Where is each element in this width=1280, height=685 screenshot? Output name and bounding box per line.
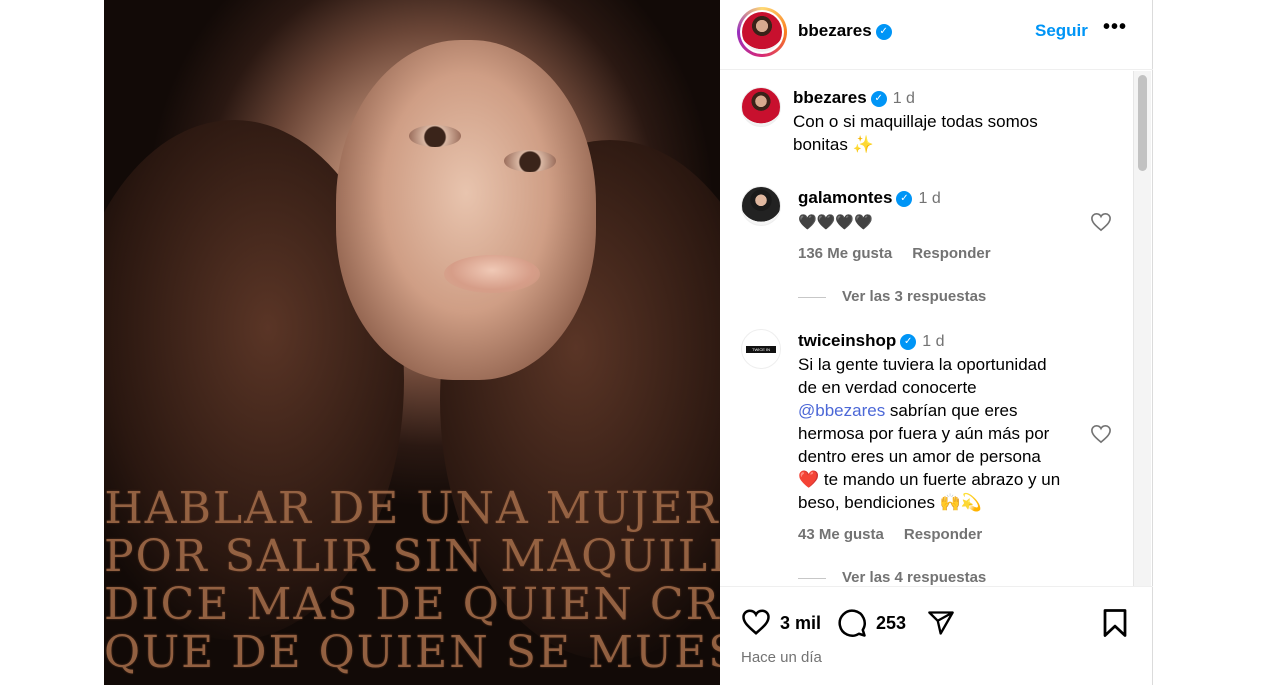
post-image-caption: HABLAR DE UNA MUJER POR SALIR SIN MAQUIL… bbox=[104, 485, 720, 677]
comments-list: bbezares ✓ 1 d Con o si maquillaje todas s… bbox=[720, 71, 1153, 586]
comment-icon[interactable] bbox=[837, 608, 867, 638]
comment-avatar[interactable] bbox=[741, 186, 781, 226]
author-username[interactable]: bbezares ✓ bbox=[798, 21, 892, 41]
post-image-face bbox=[336, 40, 596, 380]
caption-avatar[interactable] bbox=[741, 87, 781, 127]
logo-text: TWICE IN SHOP bbox=[752, 347, 770, 359]
comment-username[interactable]: galamontes ✓ 1 d bbox=[798, 188, 941, 208]
scrollbar-thumb[interactable] bbox=[1138, 75, 1147, 171]
post-image-caption-line: QUE DE QUIEN SE MUESTRA REAL bbox=[104, 627, 720, 678]
caption-username[interactable]: bbezares ✓ 1 d bbox=[793, 88, 915, 108]
verified-badge-icon: ✓ bbox=[896, 190, 913, 207]
view-replies-label: Ver las 3 respuestas bbox=[842, 288, 987, 305]
view-replies-button[interactable]: Ver las 3 respuestas bbox=[798, 288, 986, 305]
post-image[interactable]: HABLAR DE UNA MUJER POR SALIR SIN MAQUIL… bbox=[104, 0, 720, 685]
comment-meta: 43 Me gusta Responder bbox=[798, 526, 1002, 543]
comment-text-line: @bbezares sabrían que eres bbox=[798, 399, 1060, 422]
caption-text: Con o si maquillaje todas somos bonitas … bbox=[793, 110, 1038, 156]
author-avatar-image bbox=[742, 12, 782, 52]
comment-text-line: Si la gente tuviera la oportunidad bbox=[798, 355, 1047, 374]
more-options-icon[interactable]: ••• bbox=[1103, 16, 1127, 39]
caption-text-line: Con o si maquillaje todas somos bbox=[793, 112, 1038, 131]
comment-text-line: hermosa por fuera y aún más por bbox=[798, 424, 1050, 443]
comment-like-heart-icon[interactable] bbox=[1090, 212, 1112, 232]
share-icon[interactable] bbox=[926, 609, 956, 637]
comment-text-fragment: sabrían que eres bbox=[885, 401, 1018, 420]
comment-text: Si la gente tuviera la oportunidad de en… bbox=[798, 353, 1060, 514]
comment-username-text: galamontes bbox=[798, 188, 893, 207]
view-replies-label: Ver las 4 respuestas bbox=[842, 569, 987, 586]
comment-text-line: beso, bendiciones 🙌💫 bbox=[798, 493, 983, 512]
comment-time[interactable]: 1 d bbox=[918, 190, 940, 207]
comment-time[interactable]: 1 d bbox=[922, 333, 944, 350]
comment-likes[interactable]: 43 Me gusta bbox=[798, 526, 884, 543]
post-actions-bar: 3 mil 253 Hace un día bbox=[720, 586, 1153, 685]
comment-like-heart-icon[interactable] bbox=[1090, 424, 1112, 444]
post-image-eye-right bbox=[504, 150, 556, 172]
comment-text-line: de en verdad conocerte bbox=[798, 378, 977, 397]
replies-divider bbox=[798, 577, 826, 579]
comment-text-line: dentro eres un amor de persona bbox=[798, 447, 1041, 466]
author-avatar[interactable] bbox=[737, 7, 787, 57]
reply-button[interactable]: Responder bbox=[912, 245, 990, 262]
twiceinshop-logo: TWICE IN SHOP bbox=[746, 346, 776, 359]
comment-text: 🖤🖤🖤🖤 bbox=[798, 214, 873, 231]
post-image-caption-line: DICE MAS DE QUIEN CRITICA bbox=[104, 579, 720, 630]
comment-likes[interactable]: 136 Me gusta bbox=[798, 245, 892, 262]
bookmark-icon[interactable] bbox=[1102, 608, 1128, 638]
author-username-text: bbezares bbox=[798, 21, 872, 40]
comments-scrollbar[interactable] bbox=[1133, 71, 1151, 586]
post-image-lips bbox=[444, 255, 540, 293]
follow-button[interactable]: Seguir bbox=[1035, 21, 1088, 41]
comment-username-text: twiceinshop bbox=[798, 331, 897, 350]
post-image-caption-line: POR SALIR SIN MAQUILLAJE bbox=[104, 531, 720, 582]
likes-count[interactable]: 3 mil bbox=[780, 613, 821, 634]
replies-divider bbox=[798, 296, 826, 298]
caption-username-text: bbezares bbox=[793, 88, 867, 107]
post-sidebar: bbezares ✓ Seguir ••• bbezares ✓ 1 d Con o … bbox=[720, 0, 1153, 685]
comments-count[interactable]: 253 bbox=[876, 613, 906, 634]
verified-badge-icon: ✓ bbox=[875, 23, 892, 40]
post-image-eye-left bbox=[409, 125, 461, 147]
post-image-caption-line: HABLAR DE UNA MUJER bbox=[104, 483, 720, 534]
mention-link[interactable]: @bbezares bbox=[798, 401, 885, 420]
view-replies-button[interactable]: Ver las 4 respuestas bbox=[798, 569, 986, 586]
reply-button[interactable]: Responder bbox=[904, 526, 982, 543]
heart-icon[interactable] bbox=[741, 608, 771, 636]
post-time-ago[interactable]: Hace un día bbox=[741, 649, 822, 666]
comment-username[interactable]: twiceinshop ✓ 1 d bbox=[798, 331, 944, 351]
verified-badge-icon: ✓ bbox=[870, 90, 887, 107]
post-header: bbezares ✓ Seguir ••• bbox=[720, 0, 1153, 70]
comment-meta: 136 Me gusta Responder bbox=[798, 245, 1011, 262]
comment-avatar[interactable]: TWICE IN SHOP bbox=[741, 329, 781, 369]
verified-badge-icon: ✓ bbox=[900, 333, 917, 350]
comment-text-line: ❤️ te mando un fuerte abrazo y un bbox=[798, 470, 1061, 489]
caption-time[interactable]: 1 d bbox=[893, 90, 915, 107]
caption-text-line: bonitas ✨ bbox=[793, 135, 874, 154]
